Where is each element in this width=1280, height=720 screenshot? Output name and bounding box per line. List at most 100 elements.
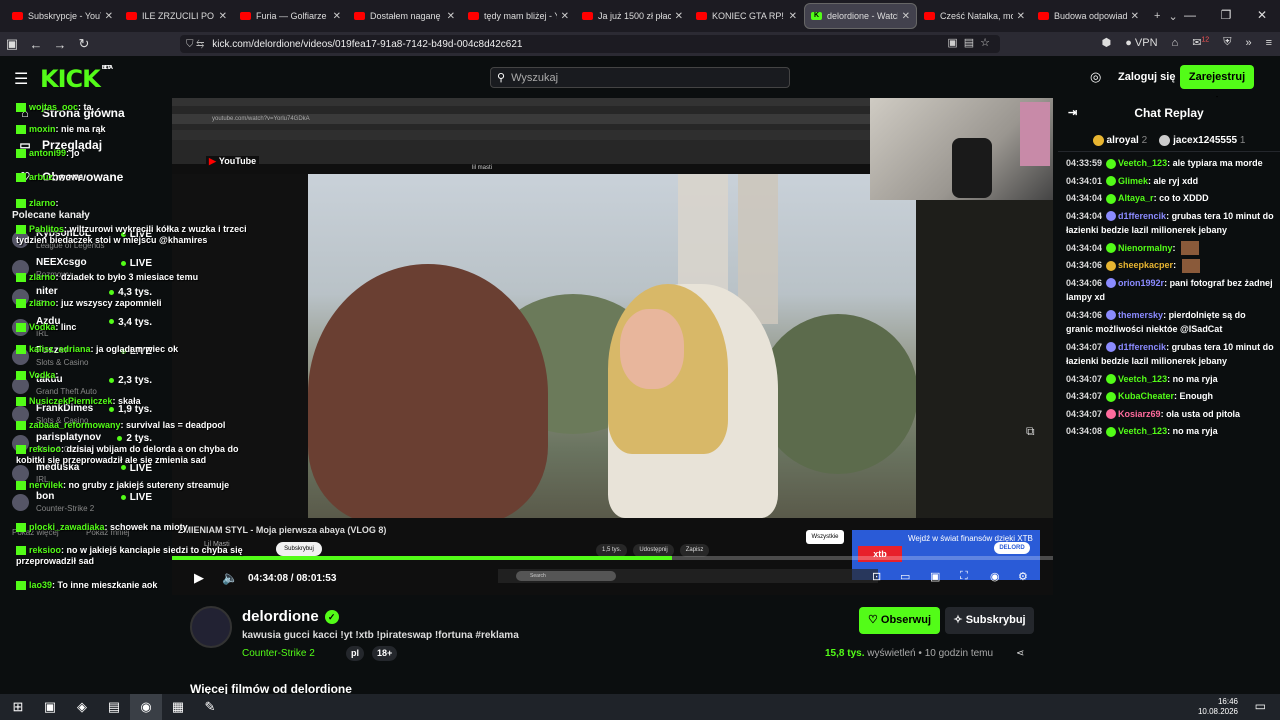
chat-username[interactable]: KubaCheater <box>1118 391 1174 401</box>
browser-tab[interactable]: Kdelordione - Watch th ✕ <box>804 3 917 29</box>
fullscreen-icon[interactable]: ⛶ <box>960 570 968 583</box>
kick-logo[interactable]: KICK BETA <box>40 65 113 93</box>
close-tab-icon[interactable]: ✕ <box>902 11 910 22</box>
sidebar-channel[interactable]: NEEXcsgo Rozmowy LIVE <box>12 257 162 286</box>
chat-username[interactable]: sheepkacper <box>1118 260 1173 270</box>
new-tab-button[interactable]: + <box>1154 10 1160 22</box>
chat-username[interactable]: d1fferencik <box>1118 342 1166 352</box>
close-tab-icon[interactable]: ✕ <box>219 11 227 22</box>
browser-tab[interactable]: Budowa odpowiada ✕ <box>1032 3 1145 29</box>
chat-username[interactable]: Veetch_123 <box>1118 158 1167 168</box>
close-tab-icon[interactable]: ✕ <box>1017 11 1025 22</box>
close-tab-icon[interactable]: ✕ <box>1131 11 1139 22</box>
chat-username[interactable]: themersky <box>1118 310 1163 320</box>
pip-icon[interactable]: ⧉ <box>1026 424 1035 439</box>
browser-tab[interactable]: tędy mam bliżej - You ✕ <box>462 3 575 29</box>
show-less-link[interactable]: Pokaż mniej <box>86 528 130 537</box>
forward-button[interactable]: → <box>48 37 72 52</box>
subscribe-button[interactable]: ✧ Subskrybuj <box>945 607 1034 634</box>
channel-avatar[interactable] <box>190 606 232 648</box>
follow-button[interactable]: ♡ Obserwuj <box>859 607 940 634</box>
app-icon[interactable]: ▣ <box>34 699 66 715</box>
sidebar-channel[interactable]: KybsonLoL League of Legends LIVE <box>12 228 162 257</box>
chat-username[interactable]: Kosiarz69 <box>1118 409 1161 419</box>
video-player[interactable]: youtube.com/watch?v=Yorlu74GDkA lil mast… <box>172 98 1053 595</box>
sidebar-item-browse[interactable]: ▭ Przeglądaj <box>18 138 102 152</box>
chat-username[interactable]: Glimek <box>1118 176 1148 186</box>
system-clock[interactable]: 16:46 10.08.2026 <box>1198 697 1238 717</box>
tag-age[interactable]: 18+ <box>372 646 398 661</box>
maximize-button[interactable]: ❐ <box>1208 0 1244 32</box>
address-bar[interactable]: ⛉ ⇆ kick.com/delordione/videos/019fea17-… <box>180 35 1000 53</box>
register-button[interactable]: Zarejestruj się <box>1180 65 1254 107</box>
explorer-icon[interactable]: ▤ <box>98 699 130 715</box>
back-button[interactable]: ← <box>24 37 48 52</box>
channel-name[interactable]: delordione ✓ <box>242 608 339 625</box>
start-icon[interactable]: ⊞ <box>2 699 34 715</box>
sidebar-channel[interactable]: FrankDimes Slots & Casino 1,9 tys. <box>12 403 162 432</box>
browser-tab[interactable]: ILE ZRZUCILI PO PIERWSZYM ✕ <box>120 3 233 29</box>
tag-language[interactable]: pl <box>346 646 364 661</box>
sidebar-channel[interactable]: takuu Grand Theft Auto 2,3 tys. <box>12 374 162 403</box>
browser-tab[interactable]: Subskrypcje - YouTube ✕ <box>6 3 119 29</box>
tool-icon[interactable]: ✎ <box>194 699 226 715</box>
volume-icon[interactable]: 🔈 <box>222 570 238 586</box>
close-tab-icon[interactable]: ✕ <box>333 11 341 22</box>
sidebar-channel[interactable]: parisplatynov Slots & Casino 2 tys. <box>12 432 162 461</box>
puzzle-icon[interactable]: ⌂ <box>1172 37 1179 49</box>
browser-tab[interactable]: KONIEC GTA RP! MA ✕ <box>690 3 803 29</box>
search-input[interactable]: ⚲ Wyszukaj <box>490 67 790 88</box>
clip-icon[interactable]: ⊡ <box>872 570 881 583</box>
theater-icon[interactable]: ▭ <box>900 570 910 583</box>
collapse-chat-icon[interactable]: ⇥ <box>1068 98 1077 128</box>
browser-tab[interactable]: Cześć Natalka, może ✕ <box>918 3 1031 29</box>
sidebar-channel[interactable]: bon Counter-Strike 2 LIVE <box>12 491 162 520</box>
sidebar-item-following[interactable]: ♡ Obserwowane <box>18 170 124 184</box>
calculator-icon[interactable]: ▦ <box>162 699 194 715</box>
extension-icon[interactable]: ⬢ <box>1102 36 1112 49</box>
sidebar-channel[interactable]: niter IRL 4,3 tys. <box>12 286 162 315</box>
chat-username[interactable]: Nienormalny <box>1118 243 1173 253</box>
sidebar-toggle-icon[interactable]: ▣ <box>0 36 24 52</box>
share-icon[interactable]: ⋖ <box>1016 648 1024 659</box>
menu-icon[interactable]: ≡ <box>1266 37 1272 49</box>
browser-tab[interactable]: Dostałem naganę za ✕ <box>348 3 461 29</box>
chat-username[interactable]: d1fferencik <box>1118 211 1166 221</box>
show-more-link[interactable]: Pokaż więcej <box>12 528 59 537</box>
chat-username[interactable]: Veetch_123 <box>1118 426 1167 436</box>
firefox-icon[interactable]: ◉ <box>130 694 162 720</box>
menu-icon[interactable]: ☰ <box>14 69 28 89</box>
browser-tab[interactable]: Furia — Golfiarze - Yo ✕ <box>234 3 347 29</box>
top-gifter[interactable]: alroyal 2 <box>1092 134 1147 146</box>
notification-icon[interactable]: ▭ <box>1255 699 1266 713</box>
play-button[interactable]: ▶ <box>194 570 204 586</box>
category-link[interactable]: Counter-Strike 2 <box>242 648 315 659</box>
steam-icon[interactable]: ◈ <box>66 699 98 715</box>
speed-icon[interactable]: ◉ <box>990 570 1000 583</box>
close-tab-icon[interactable]: ✕ <box>561 11 569 22</box>
shield-ext-icon[interactable]: ⛨ <box>1223 36 1231 49</box>
chat-username[interactable]: Veetch_123 <box>1118 374 1167 384</box>
sidebar-item-home[interactable]: ⌂ Strona główna <box>18 106 124 120</box>
close-tab-icon[interactable]: ✕ <box>105 11 113 22</box>
browser-tab[interactable]: Ja już 1500 zł płacił ✕ <box>576 3 689 29</box>
minimize-button[interactable]: — <box>1172 0 1208 32</box>
login-button[interactable]: Zaloguj się <box>1118 71 1175 83</box>
chat-username[interactable]: orion1992r <box>1118 278 1164 288</box>
address-bar-actions[interactable]: ▣▤☆ <box>947 36 996 49</box>
reload-button[interactable]: ↻ <box>72 36 96 52</box>
sidebar-channel[interactable]: Azdu IRL 3,4 tys. <box>12 316 162 345</box>
sidebar-channel[interactable]: meduska IRL LIVE <box>12 462 162 491</box>
chat-username[interactable]: Altaya_r <box>1118 193 1154 203</box>
mail-icon[interactable]: ✉12 <box>1192 36 1209 49</box>
close-tab-icon[interactable]: ✕ <box>789 11 797 22</box>
top-gifter[interactable]: jacex1245555 1 <box>1159 134 1245 146</box>
close-tab-icon[interactable]: ✕ <box>447 11 455 22</box>
miniplayer-icon[interactable]: ▣ <box>930 570 940 583</box>
close-tab-icon[interactable]: ✕ <box>675 11 683 22</box>
close-window-button[interactable]: ✕ <box>1244 0 1280 32</box>
settings-icon[interactable]: ⚙ <box>1018 570 1028 583</box>
vpn-button[interactable]: ● VPN <box>1125 37 1157 49</box>
overflow-icon[interactable]: » <box>1245 37 1251 49</box>
globe-icon[interactable]: ◎ <box>1090 69 1101 85</box>
